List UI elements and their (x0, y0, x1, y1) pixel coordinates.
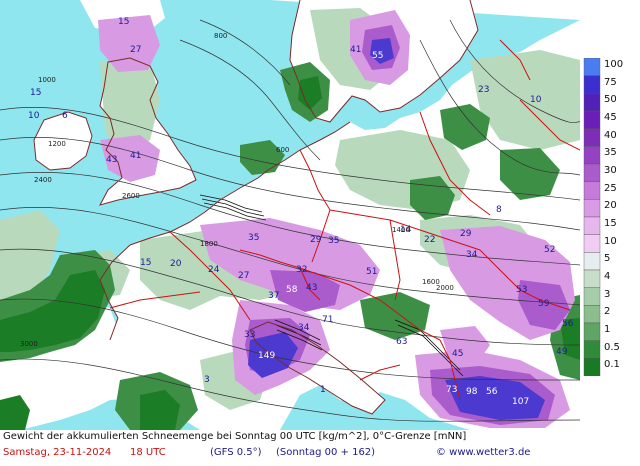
map-label: 8 (496, 205, 502, 215)
map-label: 55 (372, 51, 383, 61)
map-label: 43 (306, 283, 317, 293)
map-label: 22 (424, 235, 435, 245)
legend-label: 25 (604, 182, 617, 194)
map-label: 41 (350, 45, 361, 55)
map-label: 3 (204, 375, 210, 385)
legend-swatch (583, 305, 601, 324)
legend-label: 35 (604, 147, 617, 159)
legend-label: 75 (604, 76, 617, 88)
legend-label: 50 (604, 94, 617, 106)
legend-colorbar (583, 58, 601, 376)
legend-label: 2 (604, 306, 611, 318)
valid-time: (Sonntag 00 + 162) (276, 447, 376, 458)
run-time: 18 UTC (130, 447, 166, 458)
map-label: 23 (478, 85, 489, 95)
run-date: Samstag, 23-11-2024 (3, 447, 112, 458)
isoline-label: 800 (214, 32, 227, 40)
isoline-label: 2400 (34, 176, 52, 184)
isoline-label: 3000 (20, 340, 38, 348)
legend-swatch (583, 199, 601, 218)
legend-swatch (583, 110, 601, 129)
map-label: 52 (544, 245, 555, 255)
map-label: 24 (208, 265, 220, 275)
legend-label: 1 (604, 324, 611, 335)
legend-swatch (583, 181, 601, 200)
isoline-label: 2600 (122, 192, 140, 200)
map-label: 107 (512, 397, 529, 407)
snow-accumulation-map: 41 55 27 15 15 10 43 41 23 10 35 29 29 3… (0, 0, 580, 430)
isoline-label: 600 (276, 146, 289, 154)
isoline-label: 1400 (392, 226, 410, 234)
isoline-label: 1800 (200, 240, 218, 248)
legend-label: 10 (604, 235, 617, 247)
legend-swatch (583, 322, 601, 341)
map-label: 53 (516, 285, 527, 295)
legend-label: 4 (604, 271, 611, 282)
isoline-label: 1000 (38, 76, 56, 84)
legend-swatch (583, 146, 601, 165)
map-label: 10 (530, 95, 542, 105)
map-label: 27 (130, 45, 141, 55)
map-label: 29 (460, 229, 472, 239)
model-name: (GFS 0.5°) (210, 447, 262, 458)
legend-label: 0.5 (604, 341, 620, 353)
legend-label: 0.1 (604, 359, 620, 371)
map-label: 149 (258, 351, 275, 361)
map-label: 56 (562, 319, 574, 329)
map-label: 1 (320, 385, 326, 395)
map-label: 41 (130, 151, 141, 161)
map-label: 43 (106, 155, 117, 165)
map-label: 56 (486, 387, 498, 397)
map-label: 15 (118, 17, 129, 27)
legend-swatch (583, 358, 601, 376)
legend-swatch (583, 163, 601, 182)
map-label: 63 (396, 337, 407, 347)
legend-swatch (583, 216, 601, 235)
map-label: 15 (30, 88, 41, 98)
map-label: 59 (538, 299, 550, 309)
map-label: 45 (452, 349, 463, 359)
color-scale-legend: 100 75 50 45 40 35 30 25 20 15 10 5 4 3 2 1 0.5 0.1 (582, 58, 640, 376)
map-label: 35 (328, 236, 339, 246)
map-label: 71 (322, 315, 333, 325)
map-label: 34 (298, 323, 310, 333)
map-caption: Gewicht der akkumulierten Schneemenge be… (3, 431, 467, 442)
legend-swatch (583, 269, 601, 288)
map-label: 10 (28, 111, 40, 121)
map-label: 6 (62, 111, 68, 121)
map-label: 35 (248, 233, 259, 243)
map-label: 51 (366, 267, 377, 277)
legend-label: 5 (604, 253, 611, 265)
legend-label: 100 (604, 59, 624, 70)
legend-label: 40 (604, 129, 617, 141)
map-label: 29 (310, 235, 322, 245)
map-label: 15 (140, 258, 151, 268)
map-footer: Gewicht der akkumulierten Schneemenge be… (0, 430, 580, 466)
map-label: 73 (446, 385, 457, 395)
legend-label: 15 (604, 218, 617, 229)
map-label: 58 (286, 285, 298, 295)
map-label: 27 (238, 271, 249, 281)
map-label: 32 (296, 265, 307, 275)
map-label: 49 (556, 347, 568, 357)
legend-label: 45 (604, 112, 617, 123)
isoline-label: 1200 (48, 140, 66, 148)
map-label: 20 (170, 259, 182, 269)
map-label: 34 (466, 250, 478, 260)
map-label: 98 (466, 387, 478, 397)
copyright: © www.wetter3.de (436, 447, 531, 458)
legend-swatch (583, 128, 601, 147)
legend-swatch (583, 93, 601, 112)
map-label: 37 (268, 291, 279, 301)
legend-label: 3 (604, 288, 611, 300)
legend-label: 20 (604, 200, 617, 212)
legend-label: 30 (604, 165, 617, 176)
map-label: 33 (244, 330, 255, 340)
legend-swatch (583, 234, 601, 253)
legend-swatch (583, 252, 601, 271)
isoline-label: 2000 (436, 284, 454, 292)
legend-swatch (583, 75, 601, 94)
legend-swatch (583, 287, 601, 306)
legend-swatch (583, 340, 601, 359)
